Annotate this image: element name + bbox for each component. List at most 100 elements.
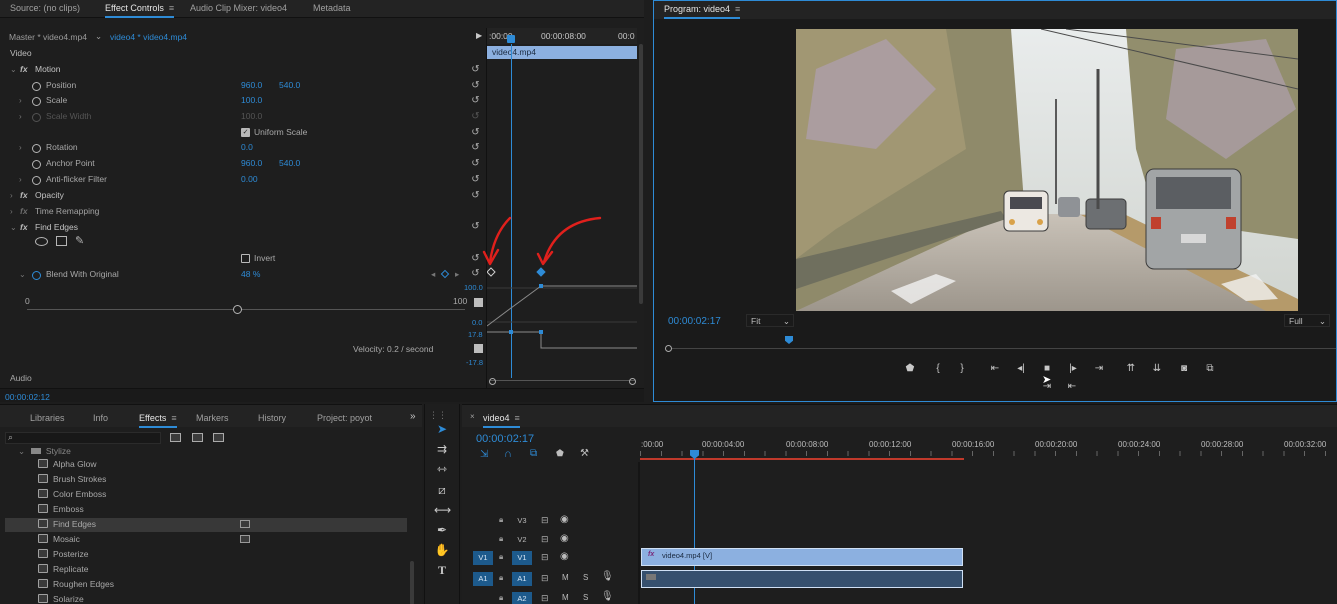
yuv-effects-icon[interactable] xyxy=(213,433,224,442)
chevron-right-icon[interactable]: › xyxy=(10,188,13,203)
timeline-timecode[interactable]: 00:00:02:17 xyxy=(476,433,534,445)
video-clip[interactable]: fx video4.mp4 [V] xyxy=(641,548,963,566)
track-label-v2[interactable]: V2 xyxy=(512,533,532,547)
ripple-edit-tool-icon[interactable]: ⇿ xyxy=(434,461,450,477)
panel-menu-icon[interactable]: ≡ xyxy=(171,413,176,423)
wrench-icon[interactable]: ⚒ xyxy=(580,448,589,459)
fx-icon[interactable]: fx xyxy=(20,220,28,235)
lock-icon[interactable]: 🔒︎ xyxy=(499,515,503,525)
32bit-effects-icon[interactable] xyxy=(192,433,203,442)
scroll-handle-left[interactable] xyxy=(489,378,496,385)
lock-icon[interactable]: 🔒︎ xyxy=(499,573,503,583)
reset-icon[interactable]: ↺ xyxy=(470,80,481,91)
reset-icon[interactable]: ↺ xyxy=(470,95,481,106)
panel-menu-icon[interactable]: ≡ xyxy=(735,4,740,14)
position-y-value[interactable]: 540.0 xyxy=(279,78,300,93)
fx-icon[interactable]: fx xyxy=(20,188,28,203)
program-timecode[interactable]: 00:00:02:17 xyxy=(668,316,721,327)
lock-icon[interactable]: 🔒︎ xyxy=(499,534,503,544)
accelerated-effects-icon[interactable] xyxy=(170,433,181,442)
solo-button[interactable]: S xyxy=(583,593,588,602)
pen-mask-icon[interactable]: ✎ xyxy=(75,234,84,247)
anchor-point-x-value[interactable]: 960.0 xyxy=(241,156,262,171)
chevron-right-icon[interactable]: › xyxy=(19,172,22,187)
export-frame-icon[interactable]: ◙ xyxy=(1177,363,1191,375)
lift-icon[interactable]: ⇈ xyxy=(1124,363,1138,375)
blend-with-original-value[interactable]: 48 % xyxy=(241,267,260,282)
mute-button[interactable]: M xyxy=(562,573,569,582)
comparison-view-icon[interactable]: ⧉ xyxy=(1203,363,1217,375)
lock-icon[interactable]: 🔒︎ xyxy=(499,552,503,562)
effect-item[interactable]: Solarize xyxy=(38,592,84,604)
effect-item[interactable]: Roughen Edges xyxy=(38,577,114,592)
sync-lock-icon[interactable]: ⊟ xyxy=(541,573,549,584)
chevron-right-icon[interactable]: › xyxy=(19,140,22,155)
solo-button[interactable]: S xyxy=(583,573,588,582)
clip-selector[interactable]: video4 * video4.mp4 xyxy=(110,32,187,42)
chevron-down-icon[interactable]: ⌄ xyxy=(10,62,17,77)
more-panels-icon[interactable]: » xyxy=(410,411,416,422)
reset-icon[interactable]: ↺ xyxy=(470,142,481,153)
track-label-v1[interactable]: V1 xyxy=(512,551,532,565)
reset-icon[interactable]: ↺ xyxy=(470,268,481,279)
nest-icon[interactable]: ⇲ xyxy=(480,449,488,460)
selection-tool-icon[interactable]: ➤ xyxy=(434,421,450,437)
tab-libraries[interactable]: Libraries xyxy=(30,413,65,423)
source-patch-v1[interactable]: V1 xyxy=(473,551,493,565)
effect-motion-header[interactable]: ⌄ fx Motion xyxy=(0,62,480,77)
effect-time-remapping-header[interactable]: › fx Time Remapping xyxy=(0,204,480,219)
chevron-right-icon[interactable]: › xyxy=(10,204,13,219)
scroll-handle-right[interactable] xyxy=(629,378,636,385)
fx-icon[interactable]: fx xyxy=(20,62,28,77)
chevron-right-icon[interactable]: › xyxy=(19,93,22,108)
reset-icon[interactable]: ↺ xyxy=(470,127,481,138)
add-marker-icon[interactable]: ⬟ xyxy=(903,363,917,375)
tab-project[interactable]: Project: poyot xyxy=(317,413,372,423)
quality-dropdown[interactable]: Full ⌄ xyxy=(1284,314,1330,327)
sync-lock-icon[interactable]: ⊟ xyxy=(541,534,549,545)
add-keyframe-icon[interactable] xyxy=(440,269,450,279)
audio-clip[interactable] xyxy=(641,570,963,588)
pen-tool-icon[interactable]: ✒ xyxy=(434,522,450,538)
slip-tool-icon[interactable]: ⟷ xyxy=(434,502,451,518)
track-select-tool-icon[interactable]: ⇉ xyxy=(434,441,450,457)
stopwatch-icon[interactable] xyxy=(32,270,41,285)
work-area-bar[interactable] xyxy=(640,458,964,460)
go-to-out-icon[interactable]: ⇥ xyxy=(1092,363,1106,375)
program-playhead[interactable] xyxy=(785,336,793,344)
effect-item[interactable]: Emboss xyxy=(38,502,84,517)
microphone-icon[interactable]: 🎙︎ xyxy=(601,571,614,582)
chevron-down-icon[interactable]: ⌄ xyxy=(95,31,102,42)
tab-effects[interactable]: Effects ≡ xyxy=(139,413,177,428)
effects-search-input[interactable] xyxy=(5,432,161,444)
effect-item[interactable]: Alpha Glow xyxy=(38,457,96,472)
effect-controls-scrollbar[interactable] xyxy=(639,44,643,304)
invert-checkbox[interactable] xyxy=(241,254,250,263)
go-to-in-icon[interactable]: ⇤ xyxy=(988,363,1002,375)
sync-lock-icon[interactable]: ⊟ xyxy=(541,552,549,563)
type-tool-icon[interactable]: T xyxy=(434,562,450,578)
reset-icon[interactable]: ↺ xyxy=(470,158,481,169)
effect-item[interactable]: Color Emboss xyxy=(38,487,106,502)
scrub-start-handle[interactable] xyxy=(665,345,672,352)
keyframe-value-graph[interactable] xyxy=(487,262,637,372)
step-back-icon[interactable]: ◂| xyxy=(1014,363,1028,375)
anti-flicker-value[interactable]: 0.00 xyxy=(241,172,258,187)
track-label-v3[interactable]: V3 xyxy=(512,514,532,528)
add-marker-icon[interactable]: ⬟ xyxy=(556,448,564,459)
reset-icon[interactable]: ↺ xyxy=(470,221,481,232)
lock-icon[interactable]: 🔒︎ xyxy=(499,593,503,603)
effect-opacity-header[interactable]: › fx Opacity xyxy=(0,188,480,203)
keyframe-scrollbar[interactable] xyxy=(490,380,635,386)
reset-icon[interactable]: ↺ xyxy=(470,190,481,201)
anchor-point-y-value[interactable]: 540.0 xyxy=(279,156,300,171)
tab-audio-clip-mixer[interactable]: Audio Clip Mixer: video4 xyxy=(190,3,287,13)
ellipse-mask-icon[interactable] xyxy=(35,237,48,246)
hand-tool-icon[interactable]: ✋ xyxy=(434,542,450,558)
play-only-audio-icon[interactable]: ▶ xyxy=(476,31,482,40)
reset-icon[interactable]: ↺ xyxy=(470,64,481,75)
panel-menu-icon[interactable]: ≡ xyxy=(169,3,174,13)
mute-button[interactable]: M xyxy=(562,593,569,602)
mark-out-icon[interactable]: } xyxy=(955,363,969,375)
tab-info[interactable]: Info xyxy=(93,413,108,423)
